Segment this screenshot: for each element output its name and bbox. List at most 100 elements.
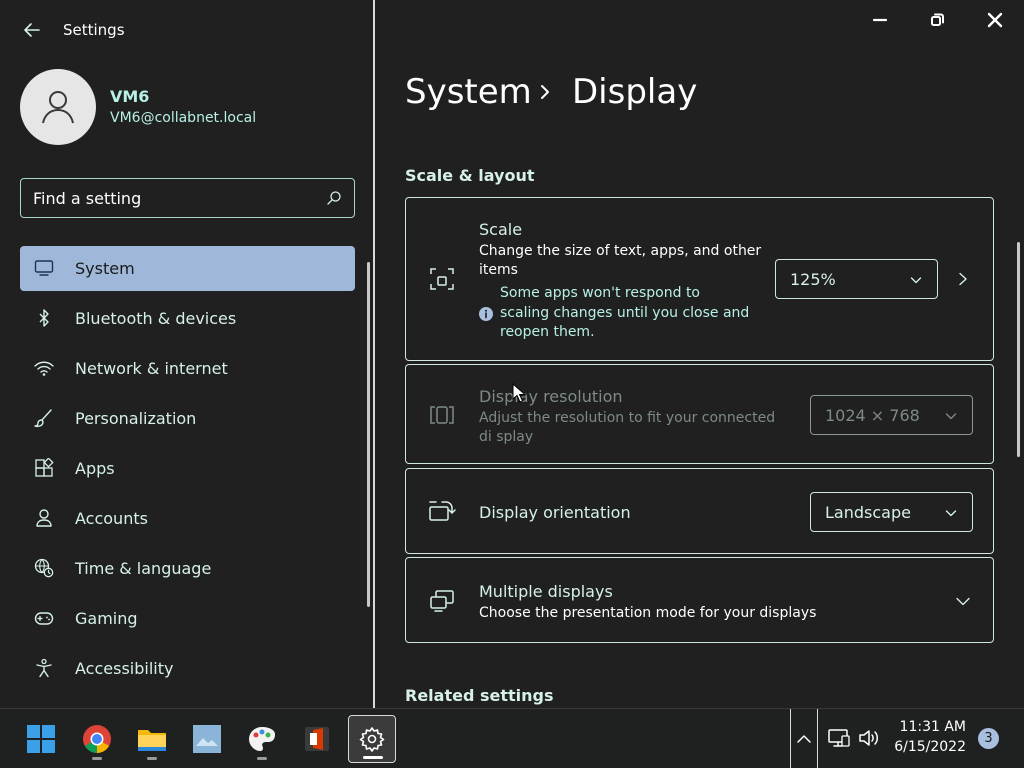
- sidebar-item-label: Personalization: [75, 409, 197, 428]
- user-name: VM6: [110, 87, 150, 106]
- taskbar-chrome[interactable]: [73, 715, 121, 763]
- sidebar-item-apps[interactable]: Apps: [20, 446, 355, 491]
- scale-info-text: Some apps won't respond to scaling chang…: [500, 285, 750, 340]
- search-box[interactable]: [20, 178, 355, 218]
- taskbar-file-explorer[interactable]: [128, 715, 176, 763]
- globe-clock-icon: [34, 558, 54, 578]
- sidebar-item-network[interactable]: Network & internet: [20, 346, 355, 391]
- sidebar-item-time-language[interactable]: Time & language: [20, 546, 355, 591]
- sidebar-item-label: Accounts: [75, 509, 148, 528]
- related-settings-heading: Related settings: [405, 686, 554, 705]
- wifi-icon: [34, 361, 54, 376]
- display-resolution-card: Display resolution Adjust the resolution…: [405, 364, 994, 464]
- sidebar-item-label: Gaming: [75, 609, 138, 628]
- multiple-displays-title: Multiple displays: [479, 582, 613, 601]
- app-title: Settings: [63, 21, 125, 39]
- orientation-dropdown[interactable]: Landscape: [810, 492, 973, 532]
- person-icon: [42, 91, 74, 124]
- start-button[interactable]: [17, 715, 65, 763]
- sidebar-item-system[interactable]: System: [20, 246, 355, 291]
- scale-value: 125%: [790, 270, 836, 289]
- running-indicator: [92, 757, 102, 760]
- clock-time[interactable]: 11:31 AM: [880, 719, 966, 735]
- chevron-down-icon: [910, 277, 922, 284]
- start-icon: [27, 725, 55, 753]
- orientation-value: Landscape: [825, 503, 911, 522]
- photo-viewer-icon: [193, 725, 221, 753]
- sidebar-item-bluetooth[interactable]: Bluetooth & devices: [20, 296, 355, 341]
- content-pane: System Display Scale & layout Scale Chan…: [375, 0, 1024, 708]
- running-indicator: [257, 757, 267, 760]
- chevron-right-icon: [541, 85, 549, 99]
- search-icon[interactable]: [326, 190, 342, 206]
- scale-icon: [430, 268, 454, 290]
- resolution-value: 1024 × 768: [825, 406, 920, 425]
- sidebar-item-label: System: [75, 259, 135, 278]
- taskbar-paint[interactable]: [238, 715, 286, 763]
- page-title: Display: [572, 72, 698, 112]
- brush-icon: [34, 409, 52, 428]
- gamepad-icon: [34, 612, 54, 625]
- search-input[interactable]: [33, 179, 313, 217]
- close-icon[interactable]: [985, 10, 1005, 30]
- resolution-title: Display resolution: [479, 387, 623, 406]
- resolution-icon: [430, 406, 454, 424]
- scale-description: Change the size of text, apps, and other…: [479, 243, 762, 278]
- user-email: VM6@collabnet.local: [110, 110, 257, 126]
- scale-dropdown[interactable]: 125%: [775, 259, 938, 299]
- office-icon: [305, 727, 329, 751]
- sidebar-item-label: Apps: [75, 459, 115, 478]
- clock-date[interactable]: 6/15/2022: [880, 739, 966, 755]
- accessibility-icon: [36, 658, 52, 678]
- taskbar: 11:31 AM 6/15/2022 3: [0, 708, 1024, 768]
- chevron-up-icon: [797, 735, 811, 743]
- sidebar-scrollbar[interactable]: [367, 262, 370, 607]
- taskbar-settings[interactable]: [348, 715, 396, 763]
- sidebar-nav: System Bluetooth & devices Network & int…: [20, 246, 355, 696]
- resolution-description: Adjust the resolution to fit your connec…: [479, 410, 776, 445]
- sidebar-item-accounts[interactable]: Accounts: [20, 496, 355, 541]
- taskbar-photo-viewer[interactable]: [183, 715, 231, 763]
- chevron-down-icon: [945, 413, 957, 420]
- taskbar-office[interactable]: [293, 715, 341, 763]
- navigation-pane: Settings VM6 VM6@collabnet.local System …: [0, 0, 374, 708]
- chevron-down-icon: [945, 510, 957, 517]
- sidebar-item-label: Network & internet: [75, 359, 228, 378]
- restore-icon[interactable]: [927, 10, 947, 30]
- sidebar-item-gaming[interactable]: Gaming: [20, 596, 355, 641]
- file-explorer-icon: [138, 730, 166, 751]
- sidebar-item-label: Bluetooth & devices: [75, 309, 237, 328]
- running-indicator: [363, 756, 383, 759]
- chevron-down-icon[interactable]: [954, 592, 972, 610]
- volume-icon[interactable]: [858, 727, 880, 749]
- display-orientation-card: Display orientation Landscape: [405, 468, 994, 554]
- chrome-icon: [83, 725, 111, 753]
- sidebar-item-label: Time & language: [75, 559, 212, 578]
- sidebar-item-personalization[interactable]: Personalization: [20, 396, 355, 441]
- mouse-cursor-icon: [512, 383, 526, 403]
- monitor-icon: [34, 260, 54, 276]
- multiple-displays-card[interactable]: Multiple displays Choose the presentatio…: [405, 557, 994, 643]
- multiple-displays-description: Choose the presentation mode for your di…: [479, 605, 817, 621]
- back-arrow-icon[interactable]: [20, 18, 44, 42]
- network-icon[interactable]: [828, 727, 850, 749]
- resolution-dropdown: 1024 × 768: [810, 395, 973, 435]
- orientation-icon: [429, 501, 456, 521]
- scale-title: Scale: [479, 220, 523, 239]
- settings-icon: [359, 727, 385, 752]
- running-indicator: [147, 757, 157, 760]
- sidebar-item-accessibility[interactable]: Accessibility: [20, 646, 355, 691]
- paint-icon: [249, 727, 275, 751]
- avatar[interactable]: [20, 69, 96, 145]
- scale-card[interactable]: Scale Change the size of text, apps, and…: [405, 197, 994, 361]
- multiple-displays-icon: [430, 590, 454, 612]
- content-scrollbar[interactable]: [1017, 242, 1020, 457]
- info-icon: [479, 307, 493, 321]
- show-hidden-icons-button[interactable]: [790, 709, 818, 768]
- notification-badge[interactable]: 3: [978, 728, 999, 749]
- sidebar-item-label: Accessibility: [75, 659, 174, 678]
- chevron-right-icon[interactable]: [955, 271, 971, 287]
- minimize-icon[interactable]: [870, 10, 890, 30]
- person-icon: [36, 509, 52, 527]
- breadcrumb-parent[interactable]: System: [405, 72, 532, 112]
